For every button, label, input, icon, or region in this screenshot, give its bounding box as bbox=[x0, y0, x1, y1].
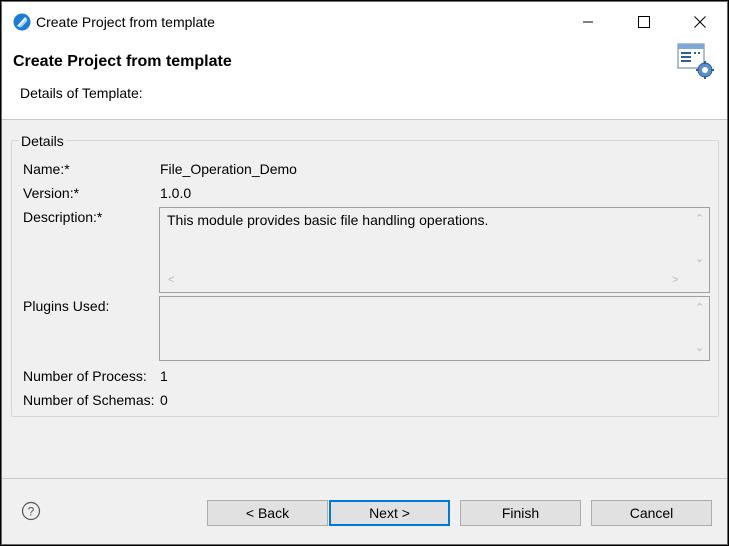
minimize-icon bbox=[583, 21, 593, 23]
page-subtitle: Details of Template: bbox=[20, 85, 143, 101]
description-vertical-scrollbar[interactable]: ⌃ ⌄ bbox=[689, 208, 709, 270]
page-title: Create Project from template bbox=[13, 53, 232, 70]
finish-button[interactable]: Finish bbox=[460, 500, 581, 526]
scroll-left-icon[interactable]: < bbox=[168, 275, 174, 286]
plugins-label: Plugins Used: bbox=[23, 298, 110, 314]
back-button[interactable]: < Back bbox=[207, 500, 328, 526]
description-text: This module provides basic file handling… bbox=[167, 212, 489, 228]
svg-text:?: ? bbox=[28, 505, 35, 519]
cancel-button[interactable]: Cancel bbox=[591, 500, 712, 526]
schemas-label: Number of Schemas: bbox=[23, 392, 155, 408]
close-button[interactable] bbox=[672, 2, 727, 42]
description-label: Description:* bbox=[23, 209, 103, 225]
help-icon[interactable]: ? bbox=[21, 501, 41, 521]
version-label: Version:* bbox=[23, 185, 80, 201]
app-logo-icon bbox=[13, 13, 31, 31]
scroll-down-icon[interactable]: ⌄ bbox=[695, 254, 704, 265]
processes-value: 1 bbox=[160, 368, 168, 384]
scroll-up-icon[interactable]: ⌃ bbox=[695, 214, 704, 225]
next-button[interactable]: Next > bbox=[329, 500, 450, 526]
scroll-right-icon[interactable]: > bbox=[672, 275, 678, 286]
dialog-window: Create Project from template Create Proj… bbox=[1, 1, 728, 545]
minimize-button[interactable] bbox=[560, 2, 616, 42]
version-value: 1.0.0 bbox=[160, 185, 192, 201]
wizard-header: Create Project from template Details of … bbox=[2, 42, 727, 120]
plugins-vertical-scrollbar[interactable]: ⌃ ⌄ bbox=[689, 297, 709, 360]
scroll-down-icon[interactable]: ⌄ bbox=[695, 343, 704, 354]
close-icon bbox=[694, 16, 706, 28]
window-title: Create Project from template bbox=[36, 14, 215, 30]
scroll-up-icon[interactable]: ⌃ bbox=[695, 303, 704, 314]
schemas-value: 0 bbox=[160, 392, 168, 408]
footer-separator bbox=[2, 478, 727, 479]
name-label: Name:* bbox=[23, 161, 70, 177]
maximize-button[interactable] bbox=[616, 2, 672, 42]
plugins-textarea[interactable]: ⌃ ⌄ bbox=[159, 296, 710, 361]
maximize-icon bbox=[638, 16, 650, 28]
processes-label: Number of Process: bbox=[23, 368, 147, 384]
name-value: File_Operation_Demo bbox=[160, 161, 297, 177]
description-horizontal-scrollbar[interactable]: < > bbox=[160, 270, 709, 292]
title-bar[interactable]: Create Project from template bbox=[2, 2, 727, 42]
description-textarea[interactable]: This module provides basic file handling… bbox=[159, 207, 710, 293]
details-legend: Details bbox=[19, 133, 66, 149]
template-settings-icon bbox=[677, 43, 714, 79]
